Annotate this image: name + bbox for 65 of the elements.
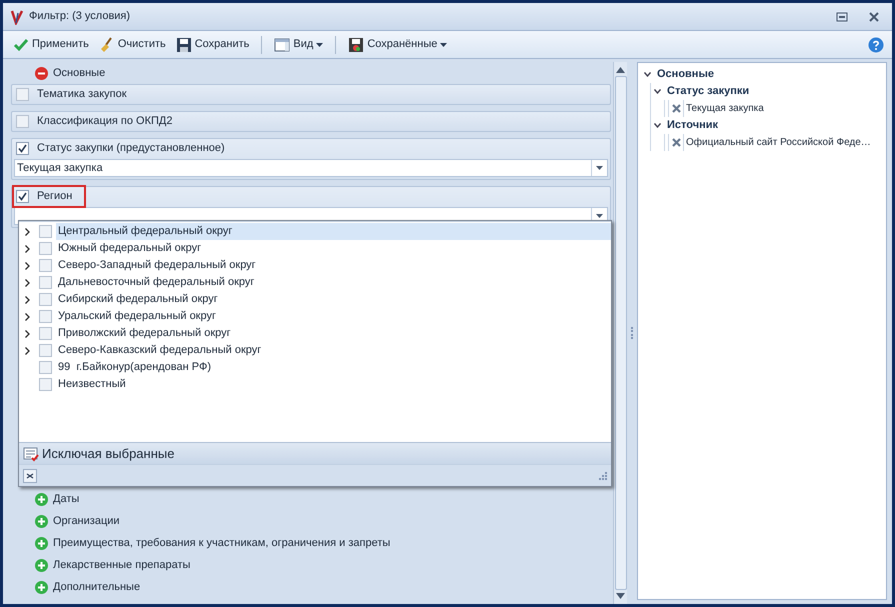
exclude-selected-toggle[interactable]: Исключая выбранные — [19, 442, 611, 464]
checkbox[interactable] — [39, 242, 52, 255]
close-icon[interactable] — [868, 10, 880, 22]
checkbox[interactable] — [39, 259, 52, 272]
checkbox[interactable] — [39, 225, 52, 238]
checkbox[interactable] — [16, 142, 29, 155]
dropdown-arrow-icon — [596, 166, 603, 170]
checkbox[interactable] — [16, 88, 29, 101]
dropdown-arrow-icon — [596, 214, 603, 218]
toolbar-button[interactable]: Сохранённые — [346, 34, 450, 56]
tree-value-label: Официальный сайт Российской Феде… — [686, 136, 872, 150]
list-item[interactable]: Южный федеральный округ — [56, 240, 611, 257]
group-header[interactable]: Основные — [9, 62, 613, 84]
checkbox[interactable] — [16, 115, 29, 128]
checkbox[interactable] — [39, 327, 52, 340]
checkbox[interactable] — [39, 378, 52, 391]
tree-group-label[interactable]: Статус закупки — [667, 83, 750, 100]
checkbox[interactable] — [39, 293, 52, 306]
app-logo-icon — [9, 8, 25, 24]
window-title: Фильтр: (3 условия) — [29, 9, 130, 24]
tree-group-label[interactable]: Источник — [667, 117, 718, 134]
close-button[interactable] — [23, 468, 37, 482]
group-header[interactable]: Даты — [9, 488, 613, 510]
combo-box[interactable]: Текущая закупка — [14, 159, 608, 177]
list-item[interactable]: Неизвестный — [56, 376, 611, 393]
window-icon — [274, 36, 290, 52]
group-header[interactable]: Преимущества, требования к участникам, ограничения и запреты — [9, 532, 613, 554]
toolbar-button[interactable]: Применить — [11, 34, 91, 56]
restore-icon[interactable] — [836, 12, 848, 22]
condition-label: Тематика закупок — [37, 87, 127, 102]
toolbar-button[interactable]: Вид — [272, 34, 326, 56]
checkbox[interactable] — [39, 310, 52, 323]
remove-icon[interactable] — [672, 104, 680, 113]
saved-floppy-icon — [348, 36, 364, 52]
toolbar-button[interactable]: Сохранить — [174, 34, 252, 56]
condition-label: Регион — [37, 189, 72, 204]
tree-value-label: Текущая закупка — [686, 102, 765, 116]
checkbox[interactable] — [39, 344, 52, 357]
list-item[interactable]: Дальневосточный федеральный округ — [56, 274, 611, 291]
list-item[interactable]: Приволжский федеральный округ — [56, 325, 611, 342]
list-item[interactable]: 99 г.Байконур(арендован РФ) — [56, 359, 611, 376]
condition-label: Статус закупки (предустановленное) — [37, 141, 225, 156]
checkbox[interactable] — [16, 190, 29, 203]
resize-grip-icon[interactable] — [598, 471, 607, 480]
list-item[interactable]: Уральский федеральный округ — [56, 308, 611, 325]
checkbox[interactable] — [39, 361, 52, 374]
check-icon — [13, 36, 29, 52]
group-header[interactable]: Организации — [9, 510, 613, 532]
scrollbar[interactable] — [613, 62, 627, 604]
group-header[interactable]: Лекарственные препараты — [9, 554, 613, 576]
list-item[interactable]: Северо-Западный федеральный округ — [56, 257, 611, 274]
condition-label: Классификация по ОКПД2 — [37, 114, 172, 130]
list-item[interactable]: Северо-Кавказский федеральный округ — [56, 342, 611, 359]
close-icon — [26, 472, 34, 478]
list-check-icon — [23, 446, 39, 462]
remove-icon[interactable] — [672, 138, 680, 147]
list-item[interactable]: Сибирский федеральный округ — [56, 291, 611, 308]
tree-group-label[interactable]: Основные — [657, 66, 714, 83]
list-item[interactable]: Центральный федеральный округ — [56, 223, 611, 240]
help-icon[interactable] — [868, 36, 884, 52]
scroll-up-icon[interactable] — [616, 67, 625, 73]
group-header[interactable]: Дополнительные — [9, 576, 613, 598]
toolbar-button[interactable]: Очистить — [96, 34, 168, 56]
scroll-down-icon[interactable] — [616, 593, 625, 599]
checkbox[interactable] — [39, 276, 52, 289]
